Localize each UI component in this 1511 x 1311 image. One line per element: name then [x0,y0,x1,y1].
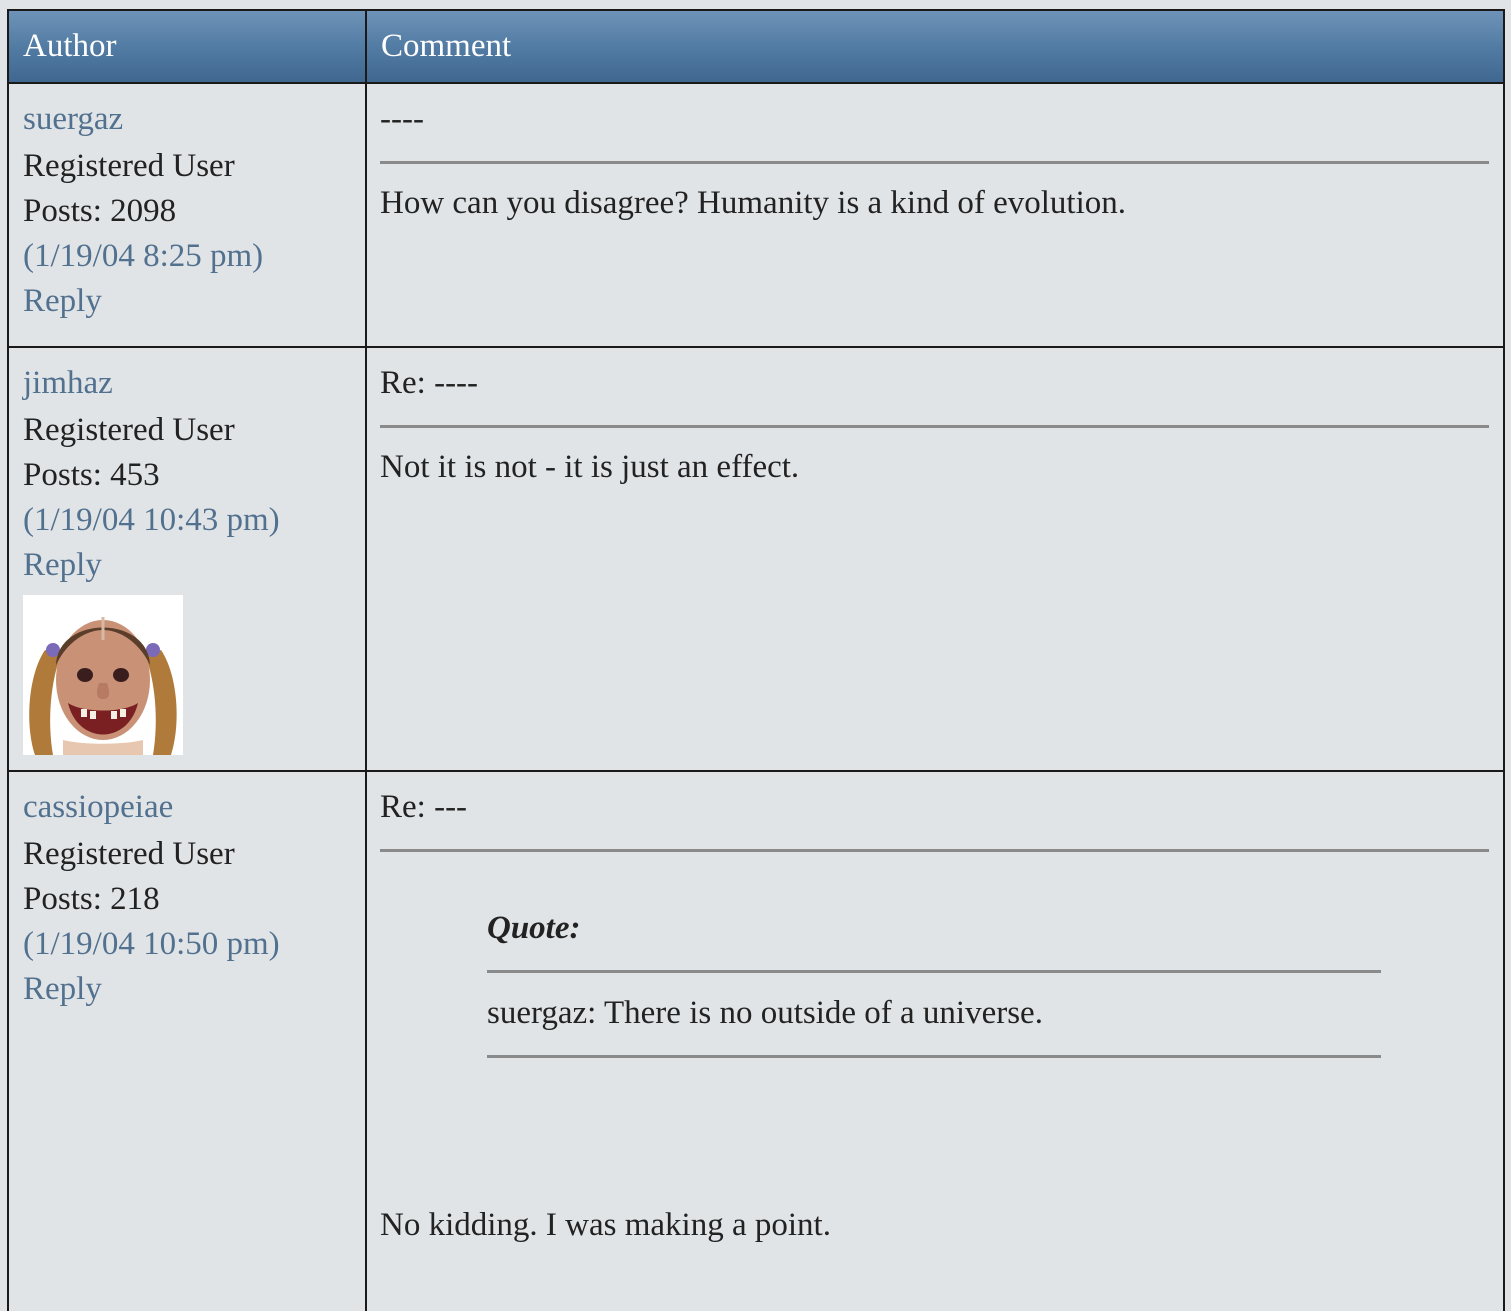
post-subject: Re: ---- [380,365,479,401]
comment-column-header: Comment [365,9,1505,84]
user-post-count: Posts: 2098 [23,193,177,229]
table-header-row: Author Comment [7,9,1505,84]
reply-link[interactable]: Reply [23,279,365,324]
post-comment-cell: Re: --- Quote: suergaz: There is no outs… [365,770,1505,1311]
reply-link[interactable]: Reply [23,967,365,1012]
post-body: No kidding. I was making a point. [380,1207,831,1243]
post-author-cell: cassiopeiae Registered User Posts: 218 (… [7,770,367,1311]
post-date-link[interactable]: (1/19/04 8:25 pm) [23,234,365,279]
forum-thread-table: Author Comment suergaz Registered User P… [7,9,1505,1311]
post-row: jimhaz Registered User Posts: 453 (1/19/… [7,346,1505,772]
user-avatar-face-icon [23,595,183,755]
quote-label: Quote: [487,910,581,946]
quote-bottom-divider [487,1055,1381,1058]
post-author-cell: suergaz Registered User Posts: 2098 (1/1… [7,82,367,348]
author-name-link[interactable]: suergaz [23,98,365,140]
author-column-header: Author [7,9,367,84]
post-body: How can you disagree? Humanity is a kind… [380,185,1126,221]
post-date-link[interactable]: (1/19/04 10:50 pm) [23,922,365,967]
quote-top-divider [487,970,1381,973]
post-author-cell: jimhaz Registered User Posts: 453 (1/19/… [7,346,367,772]
user-post-count: Posts: 453 [23,457,160,493]
post-subject: ---- [380,101,424,137]
subject-divider [380,161,1489,164]
user-title: Registered User [23,148,235,184]
subject-divider [380,425,1489,428]
user-title: Registered User [23,836,235,872]
user-post-count: Posts: 218 [23,881,160,917]
post-comment-cell: ---- How can you disagree? Humanity is a… [365,82,1505,348]
quote-block: Quote: suergaz: There is no outside of a… [487,907,1381,1058]
subject-divider [380,849,1489,852]
author-name-link[interactable]: cassiopeiae [23,786,365,828]
post-date-link[interactable]: (1/19/04 10:43 pm) [23,498,365,543]
post-subject: Re: --- [380,789,468,825]
post-body: Not it is not - it is just an effect. [380,449,800,485]
user-title: Registered User [23,412,235,448]
post-comment-cell: Re: ---- Not it is not - it is just an e… [365,346,1505,772]
quote-text: suergaz: There is no outside of a univer… [487,995,1043,1031]
reply-link[interactable]: Reply [23,543,365,588]
author-name-link[interactable]: jimhaz [23,362,365,404]
post-row: cassiopeiae Registered User Posts: 218 (… [7,770,1505,1311]
post-row: suergaz Registered User Posts: 2098 (1/1… [7,82,1505,348]
